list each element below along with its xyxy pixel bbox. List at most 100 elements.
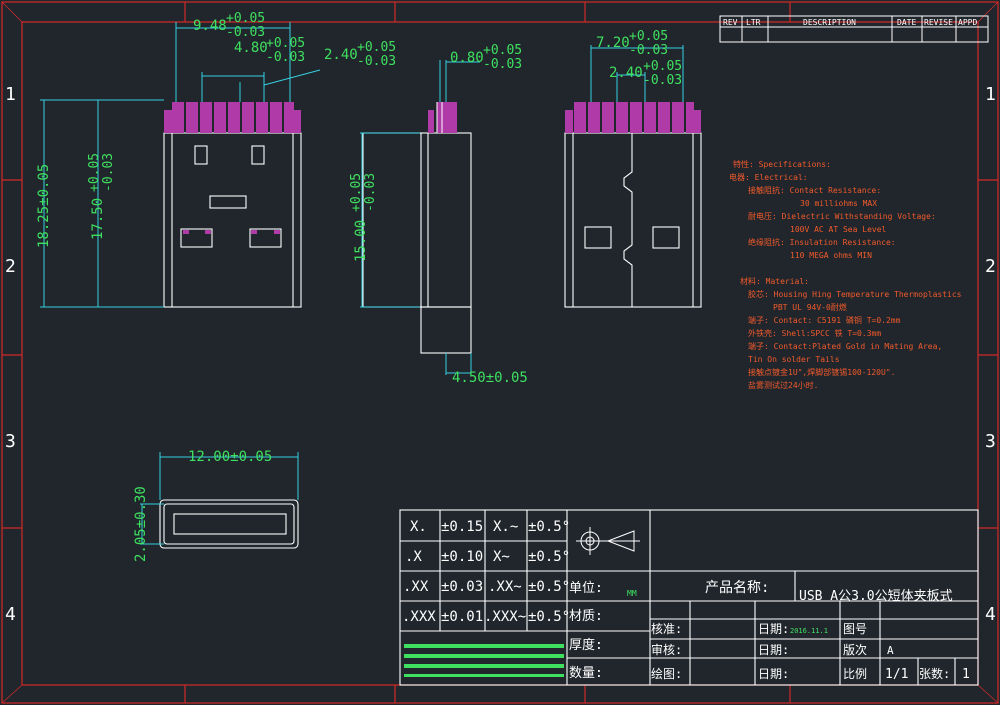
dim-side-pin-thick-tol-plus: +0.05 bbox=[483, 43, 522, 58]
dim-side-pin-thick-tol-minus: -0.03 bbox=[483, 57, 522, 72]
version-value: A bbox=[887, 644, 894, 657]
spec-shell-material: 外铁壳: Shell:SPCC 铁 T=0.3mm bbox=[748, 328, 881, 338]
spec-dielectric-value: 100V AC AT Sea Level bbox=[790, 225, 887, 234]
dim-back-pitch-tol-plus: +0.05 bbox=[643, 59, 682, 74]
zone-right-3: 3 bbox=[985, 431, 996, 452]
tol-r2-c3: X~ bbox=[493, 549, 510, 565]
dim-front-height-inner: 17.50 bbox=[90, 198, 106, 240]
tol-r2-c2: ±0.10 bbox=[441, 549, 483, 565]
back-pins bbox=[565, 102, 701, 133]
revision-table: REV LTR DESCRIPTION DATE REVISE APPD bbox=[719, 15, 989, 43]
side-view: 0.80 +0.05 -0.03 15.00 +0.05 -0.03 4.50±… bbox=[349, 43, 528, 386]
dim-front-width-total-tol-minus: -0.03 bbox=[226, 25, 265, 40]
dim-side-height-tol-minus: -0.03 bbox=[363, 173, 378, 212]
title-block: X. ±0.15 X.~ ±0.5° .X ±0.10 X~ ±0.5° .XX… bbox=[399, 509, 979, 686]
spec-salt-spray: 盐雾测试过24小时. bbox=[748, 380, 818, 390]
tol-r3-c2: ±0.03 bbox=[441, 579, 483, 595]
dim-side-height: 15.00 bbox=[353, 220, 369, 262]
date-header: DATE bbox=[897, 18, 916, 27]
tol-r1-c4: ±0.5° bbox=[528, 519, 570, 535]
drawing-canvas: 1 2 3 4 1 2 3 4 REV LTR DESCRIPTION DATE… bbox=[1, 1, 999, 704]
review-label: 审核: bbox=[651, 642, 682, 657]
draw-label: 绘图: bbox=[651, 666, 682, 681]
dim-front-height-inner-tol-plus: +0.05 bbox=[87, 153, 102, 192]
dim-front-height-inner-tol-minus: -0.03 bbox=[101, 153, 116, 192]
tol-r1-c3: X.~ bbox=[493, 519, 518, 535]
dim-front-height-outer: 18.25±0.05 bbox=[36, 164, 52, 248]
end-view: 12.00±0.05 2.05±0.30 bbox=[133, 449, 299, 562]
spec-contact-material: 端子: Contact: C5191 磷铜 T=0.2mm bbox=[748, 315, 901, 325]
dim-front-width-total: 9.48 bbox=[193, 18, 227, 34]
zone-left-3: 3 bbox=[5, 431, 16, 452]
scale-value: 1/1 bbox=[885, 667, 908, 682]
spec-material: 材料: Material: bbox=[740, 276, 809, 286]
dim-back-pitch-tol-minus: -0.03 bbox=[643, 73, 682, 88]
dim-front-width-total-tol-plus: +0.05 bbox=[226, 11, 265, 26]
dim-front-pin-span-tol-minus: -0.03 bbox=[266, 50, 305, 65]
tol-r3-c4: ±0.5° bbox=[528, 579, 570, 595]
product-name-value: USB A公3.0公短体夹板式 bbox=[799, 589, 953, 604]
projection-symbol-icon bbox=[576, 527, 640, 555]
spec-housing-grade: PBT UL 94V-0耐燃 bbox=[773, 302, 847, 312]
spec-contact-resistance: 接触阻抗: Contact Resistance: bbox=[748, 185, 881, 195]
spec-electrical: 电器: Electrical: bbox=[729, 172, 808, 182]
zone-right-1: 1 bbox=[985, 84, 996, 105]
spec-plating: 端子: Contact:Plated Gold in Mating Area, bbox=[748, 341, 942, 351]
dim-front-pin-pitch-tol-plus: +0.05 bbox=[357, 40, 396, 55]
spec-insulation-value: 110 MEGA ohms MIN bbox=[790, 251, 872, 260]
spec-plating-thickness: 接触点镀金1U",焊脚部镀锡100-120U". bbox=[748, 367, 895, 377]
dim-back-pitch: 2.40 bbox=[609, 65, 643, 81]
spec-insulation: 绝缘阻抗: Insulation Resistance: bbox=[748, 237, 896, 247]
tol-r2-c1: .X bbox=[405, 549, 422, 565]
product-name-label: 产品名称: bbox=[705, 580, 769, 596]
front-pins bbox=[164, 102, 301, 234]
zone-right-4: 4 bbox=[985, 604, 996, 625]
dim-front-pin-pitch-tol-minus: -0.03 bbox=[357, 54, 396, 69]
tol-r1-c1: X. bbox=[410, 519, 427, 535]
tol-r2-c4: ±0.5° bbox=[528, 549, 570, 565]
tol-r3-c3: .XX~ bbox=[488, 579, 522, 595]
spec-housing: 胶芯: Housing Hing Temperature Thermoplast… bbox=[748, 289, 962, 299]
drawing-no-label: 图号 bbox=[843, 622, 867, 636]
tol-r1-c2: ±0.15 bbox=[441, 519, 483, 535]
tol-r4-c3: .XXX~ bbox=[484, 609, 526, 625]
tol-r4-c4: ±0.5° bbox=[528, 609, 570, 625]
description-header: DESCRIPTION bbox=[803, 18, 856, 27]
dim-back-width-tol-minus: -0.03 bbox=[629, 43, 668, 58]
dim-side-tail: 4.50±0.05 bbox=[452, 370, 528, 386]
sheets-value: 1 bbox=[962, 667, 970, 682]
dim-front-pin-span-tol-plus: +0.05 bbox=[266, 36, 305, 51]
dim-back-width: 7.20 bbox=[596, 35, 630, 51]
date-label-1: 日期: bbox=[758, 622, 789, 636]
back-view: 7.20 +0.05 -0.03 2.40 +0.05 -0.03 bbox=[564, 29, 702, 308]
material-label: 材质: bbox=[569, 609, 603, 624]
zone-right-2: 2 bbox=[985, 256, 996, 277]
scale-label: 比例 bbox=[843, 667, 867, 681]
ltr-header: LTR bbox=[746, 18, 761, 27]
dim-front-pin-pitch: 2.40 bbox=[324, 47, 358, 63]
front-view: 9.48 +0.05 -0.03 4.80 +0.05 -0.03 2.40 +… bbox=[36, 11, 396, 308]
sheets-label: 张数: bbox=[919, 666, 950, 681]
quantity-label: 数量: bbox=[569, 666, 603, 681]
zone-left-1: 1 bbox=[5, 84, 16, 105]
zone-left-4: 4 bbox=[5, 604, 16, 625]
thickness-label: 厚度: bbox=[569, 637, 603, 653]
zone-left-2: 2 bbox=[5, 256, 16, 277]
dim-end-width: 12.00±0.05 bbox=[188, 449, 272, 465]
rev-header: REV bbox=[723, 18, 738, 27]
appd-header: APPD bbox=[958, 18, 977, 27]
tol-r4-c1: .XXX bbox=[402, 609, 436, 625]
date-label-3: 日期: bbox=[758, 667, 789, 681]
spec-contact-resistance-value: 30 milliohms MAX bbox=[800, 199, 877, 208]
dim-side-pin-thick: 0.80 bbox=[450, 50, 484, 66]
spec-plating-tails: Tin On solder Tails bbox=[748, 355, 840, 364]
dim-back-width-tol-plus: +0.05 bbox=[629, 29, 668, 44]
dim-end-height: 2.05±0.30 bbox=[133, 486, 149, 562]
spec-heading: 特性: Specifications: bbox=[733, 159, 831, 169]
unit-value: MM bbox=[627, 589, 637, 598]
thickness-bars bbox=[404, 644, 564, 677]
revise-header: REVISE bbox=[924, 18, 953, 27]
dim-side-height-tol-plus: +0.05 bbox=[349, 173, 364, 212]
tol-r3-c1: .XX bbox=[403, 579, 429, 595]
tol-r4-c2: ±0.01 bbox=[441, 609, 483, 625]
